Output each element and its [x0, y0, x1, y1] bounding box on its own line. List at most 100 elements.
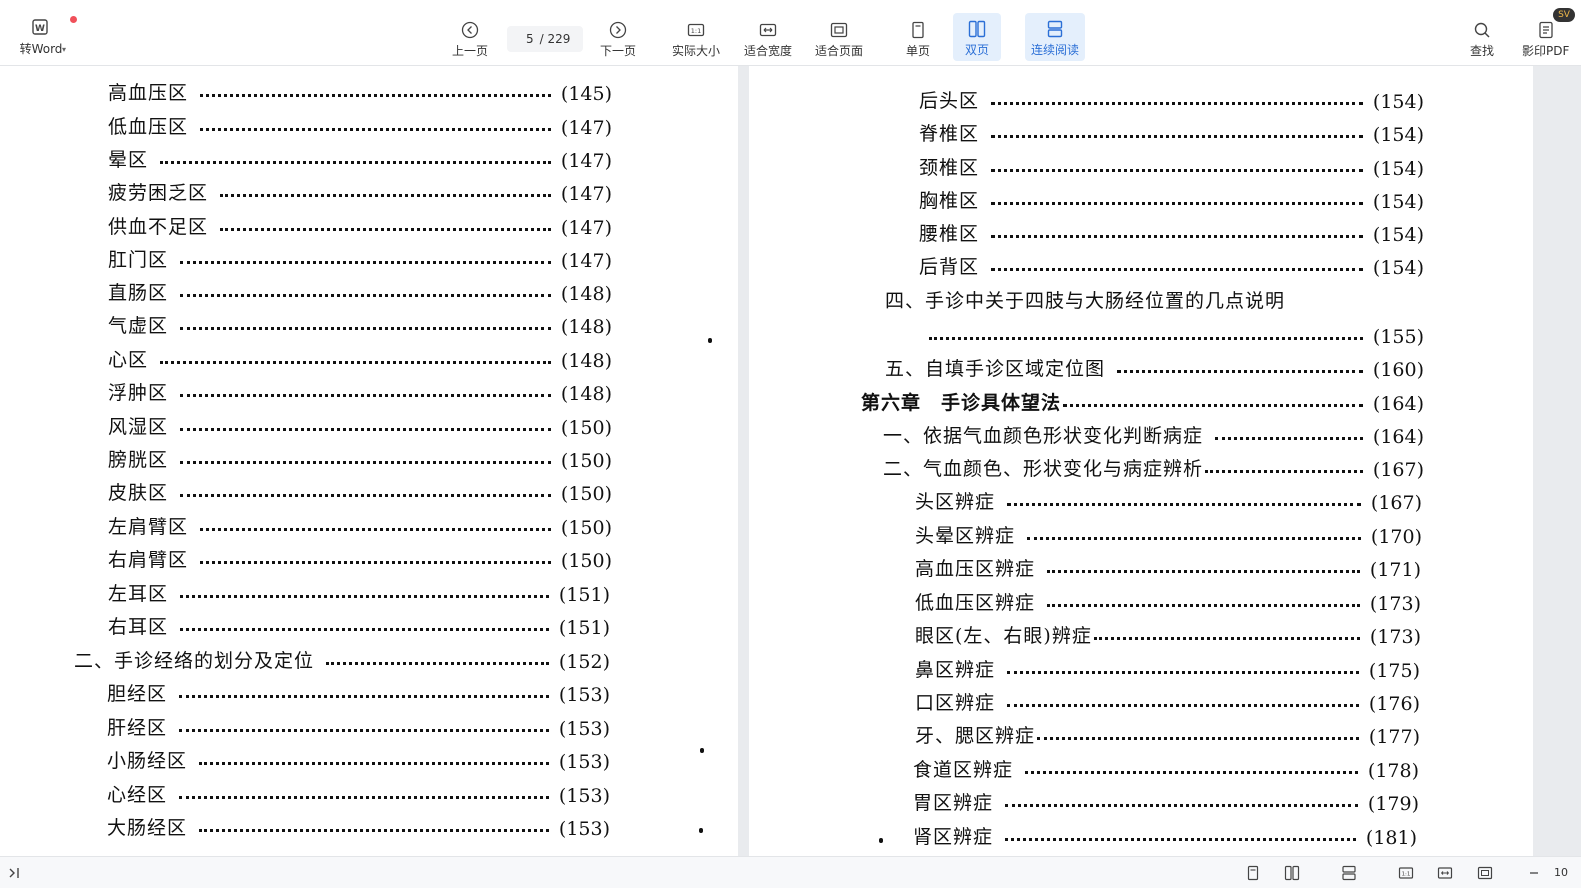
minus-icon: [1530, 872, 1538, 874]
toc-entry: 肝经区 (153): [107, 710, 610, 740]
toc-leader: [991, 202, 1363, 205]
toc-leader: [200, 128, 551, 131]
toc-page-number: (147): [560, 150, 612, 172]
status-double-page-button[interactable]: [1282, 863, 1302, 883]
toc-entry: 右耳区 (151): [108, 609, 610, 639]
status-single-page-button[interactable]: [1243, 863, 1263, 883]
toc-leader: [200, 561, 551, 564]
toc-title: 右肩臂区: [108, 549, 189, 571]
toc-entry-continued: (155): [919, 318, 1424, 348]
expand-sidebar-icon: [9, 868, 19, 878]
status-fit-width-button[interactable]: [1435, 863, 1455, 883]
toc-entry: 气虚区 (148): [108, 308, 612, 338]
search-icon: [1472, 20, 1492, 40]
toc-page-number: (150): [560, 517, 612, 539]
find-button[interactable]: 查找: [1465, 14, 1499, 62]
toc-entry: 头晕区辨症 (170): [915, 518, 1422, 548]
toc-leader: [200, 94, 551, 97]
toc-page-number: (167): [1370, 492, 1422, 514]
toc-leader: [929, 337, 1363, 340]
expand-sidebar-button[interactable]: [4, 863, 24, 883]
toc-page-number: (147): [560, 183, 612, 205]
toc-page-number: (179): [1367, 793, 1419, 815]
toc-entry: 五、自填手诊区域定位图 (160): [885, 351, 1424, 381]
toc-title: 肝经区: [107, 717, 168, 739]
toc-title: 心区: [108, 349, 149, 371]
continuous-read-icon: [1045, 19, 1065, 39]
toc-entry: 口区辨症 (176): [915, 685, 1420, 715]
toc-entry: 供血不足区 (147): [108, 209, 612, 239]
toc-title: 小肠经区: [107, 750, 188, 772]
toc-page-number: (145): [560, 83, 612, 105]
next-page-button[interactable]: 下一页: [598, 14, 638, 62]
double-page-button[interactable]: 双页: [953, 13, 1001, 61]
page-number-input[interactable]: [519, 32, 534, 46]
zoom-level[interactable]: 10: [1554, 866, 1568, 879]
toc-entry: 高血压区 (145): [108, 75, 612, 105]
single-page-button[interactable]: 单页: [898, 14, 938, 62]
toc-page-number: (148): [560, 316, 612, 338]
word-icon: W: [31, 18, 51, 38]
print-pdf-label: 影印PDF: [1522, 44, 1570, 58]
find-label: 查找: [1469, 44, 1494, 58]
toc-title: 头区辨症: [915, 491, 996, 513]
fit-page-button[interactable]: 适合页面: [813, 14, 865, 62]
toc-page-number: (154): [1372, 158, 1424, 180]
toc-title: 头晕区辨症: [915, 525, 1016, 547]
toc-title: 大肠经区: [107, 817, 188, 839]
toc-entry: 肛门区 (147): [108, 242, 612, 272]
status-fit-page-button[interactable]: [1475, 863, 1495, 883]
double-page-label: 双页: [964, 43, 989, 57]
to-word-button[interactable]: W 转Word ▾: [10, 14, 77, 60]
prev-page-button[interactable]: 上一页: [450, 14, 490, 62]
toc-entry: 高血压区辨症 (171): [915, 551, 1421, 581]
toc-leader: [220, 194, 551, 197]
actual-size-button[interactable]: 1:1 实际大小: [670, 14, 722, 62]
toc-page-number: (150): [560, 450, 612, 472]
zoom-out-button[interactable]: [1524, 863, 1544, 883]
avatar[interactable]: SV: [1553, 8, 1575, 22]
toc-entry: 鼻区辨症 (175): [915, 652, 1420, 682]
toc-leader: [180, 461, 551, 464]
toc-page-number: (147): [560, 217, 612, 239]
svg-text:W: W: [35, 24, 45, 34]
page-total: / 229: [539, 32, 571, 46]
toc-leader: [180, 394, 551, 397]
toc-leader: [180, 428, 551, 431]
toc-leader: [160, 161, 551, 164]
toc-title: 供血不足区: [108, 216, 209, 238]
toc-chapter-entry: 第六章 手诊具体望法 (164): [861, 385, 1424, 415]
status-actual-size-button[interactable]: 1:1: [1396, 863, 1416, 883]
toc-title: 腰椎区: [919, 223, 980, 245]
to-word-label: 转Word: [19, 42, 63, 56]
toc-leader: [180, 294, 551, 297]
toc-leader: [1025, 771, 1358, 774]
actual-size-label: 实际大小: [671, 44, 720, 58]
toc-title: 直肠区: [108, 282, 169, 304]
svg-text:1:1: 1:1: [1402, 872, 1411, 878]
arrow-right-circle-icon: [608, 20, 628, 40]
continuous-read-button[interactable]: 连续阅读: [1025, 13, 1085, 61]
toc-leader: [180, 261, 551, 264]
toc-title: 四、手诊中关于四肢与大肠经位置的几点说明: [885, 290, 1286, 312]
toc-entry: 直肠区 (148): [108, 275, 612, 305]
actual-size-icon: 1:1: [686, 20, 706, 40]
single-page-icon: [908, 20, 928, 40]
toc-entry: 二、手诊经络的划分及定位 (152): [74, 643, 610, 673]
toc-entry: 右肩臂区 (150): [108, 542, 612, 572]
toc-title: 二、气血颜色、形状变化与病症辨析: [883, 458, 1204, 480]
toc-page-number: (153): [558, 684, 610, 706]
toc-title: 脊椎区: [919, 123, 980, 145]
toc-title: 牙、腮区辨症: [915, 725, 1036, 747]
toc-page-number: (177): [1368, 726, 1420, 748]
toc-leader: [991, 268, 1363, 271]
toc-title: 后头区: [919, 90, 980, 112]
toc-page-number: (151): [558, 617, 610, 639]
toc-page-number: (151): [558, 584, 610, 606]
toc-page-number: (153): [558, 785, 610, 807]
chevron-down-icon: ▾: [62, 45, 67, 54]
fit-width-button[interactable]: 适合宽度: [742, 14, 794, 62]
toc-leader: [1005, 804, 1358, 807]
status-continuous-button[interactable]: [1339, 863, 1359, 883]
toc-entry: 眼区(左、右眼)辨症 (173): [915, 618, 1421, 648]
